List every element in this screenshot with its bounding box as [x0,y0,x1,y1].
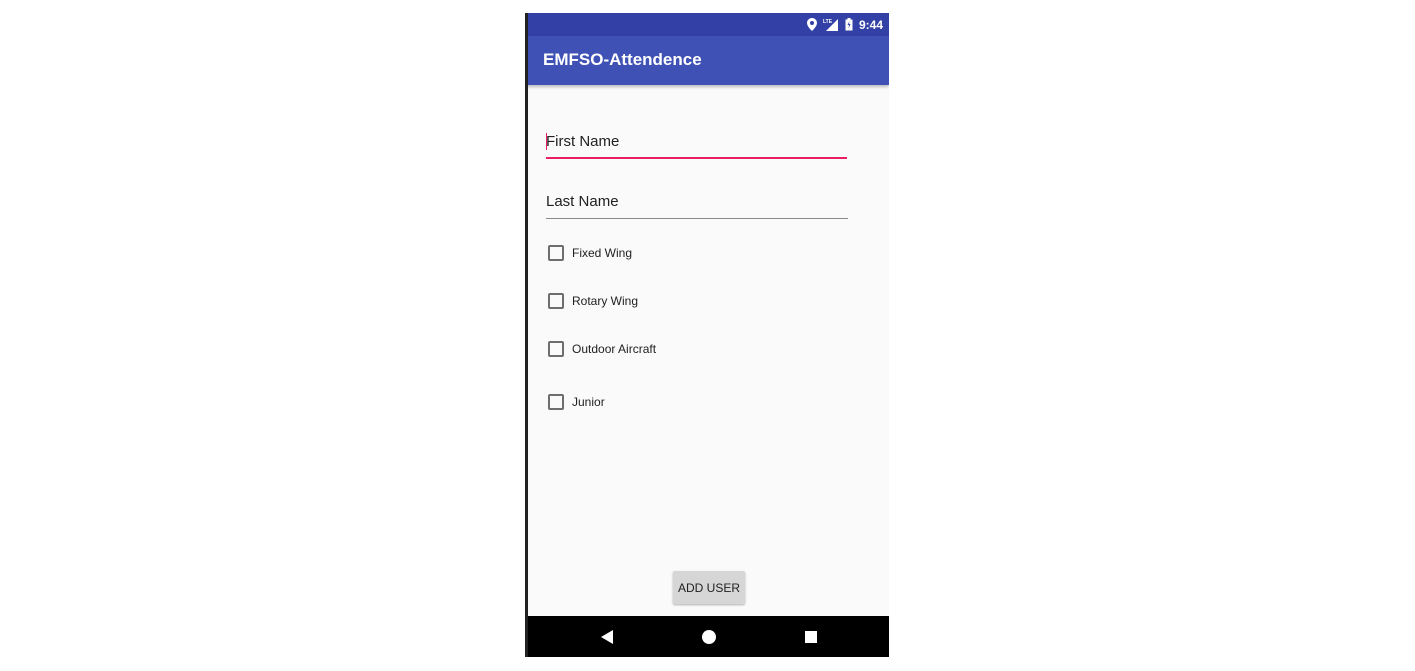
app-bar: EMFSO-Attendence [525,36,889,85]
checkbox-label: Rotary Wing [572,294,639,308]
signal-icon: LTE [823,18,839,31]
back-icon[interactable] [598,628,616,646]
first-name-underline [546,157,847,159]
status-time: 9:44 [858,17,883,32]
checkbox-rotary-wing[interactable]: Rotary Wing [548,291,638,311]
location-icon [806,18,817,31]
first-name-placeholder: First Name [546,133,620,150]
first-name-field[interactable]: First Name [546,129,847,159]
last-name-underline [546,218,848,219]
svg-text:LTE: LTE [823,19,833,25]
checkbox-junior[interactable]: Junior [548,392,605,412]
battery-icon [845,18,853,31]
checkbox-fixed-wing[interactable]: Fixed Wing [548,243,632,263]
checkbox-label: Outdoor Aircraft [572,342,657,356]
phone-bezel [525,13,528,657]
phone-screen: LTE 9:44 EMFSO-Attendence First Name Las… [525,13,889,657]
status-icons: LTE 9:44 [806,13,883,36]
nav-bar [525,616,889,657]
checkbox-label: Fixed Wing [572,246,633,260]
checkbox-label: Junior [572,395,605,409]
text-cursor [546,133,547,150]
last-name-field[interactable]: Last Name [546,189,848,219]
checkbox-outdoor-aircraft[interactable]: Outdoor Aircraft [548,339,656,359]
status-bar: LTE 9:44 [525,13,889,36]
app-title: EMFSO-Attendence [543,50,702,69]
add-user-button[interactable]: ADD USER [673,571,745,604]
last-name-placeholder: Last Name [546,193,619,210]
checkbox-unchecked-icon[interactable] [548,245,564,261]
home-icon[interactable] [700,628,718,646]
checkbox-unchecked-icon[interactable] [548,341,564,357]
recents-icon[interactable] [802,628,820,646]
checkbox-unchecked-icon[interactable] [548,394,564,410]
checkbox-unchecked-icon[interactable] [548,293,564,309]
